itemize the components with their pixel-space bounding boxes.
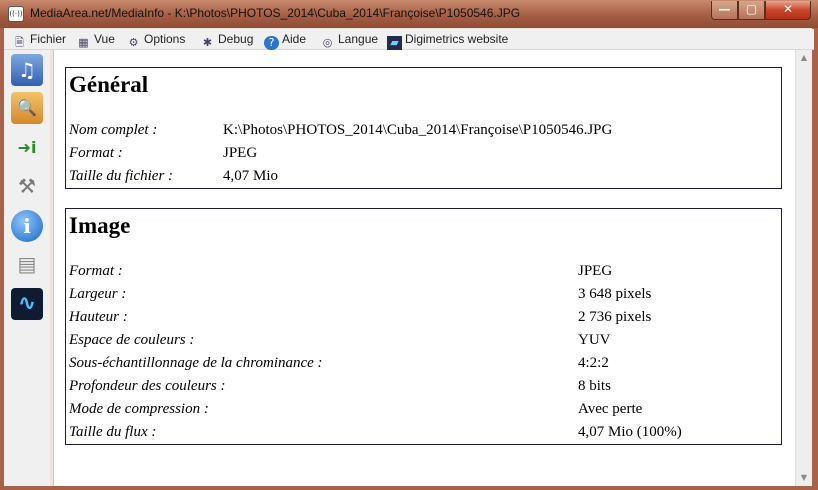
scroll-up-arrow-icon[interactable]: ▲ bbox=[796, 50, 812, 66]
section-image: Image Format : JPEG Largeur : 3 648 pixe… bbox=[65, 208, 782, 445]
info-key: Mode de compression : bbox=[69, 401, 209, 417]
help-icon: ? bbox=[264, 36, 279, 50]
vertical-scrollbar[interactable]: ▲ ▼ bbox=[795, 50, 812, 486]
info-value: K:\Photos\PHOTOS_2014\Cuba_2014\François… bbox=[223, 122, 613, 138]
menu-bar: 🗎 Fichier ▦ Vue ⚙ Options ✱ Debug ? Aide ◎ Lan… bbox=[4, 29, 814, 50]
language-icon: ◎ bbox=[322, 36, 333, 49]
section-general: Général Nom complet : K:\Photos\PHOTOS_2… bbox=[65, 67, 782, 189]
about-icon[interactable]: i bbox=[11, 210, 43, 242]
window-border-bottom bbox=[0, 486, 818, 490]
info-value: YUV bbox=[578, 332, 611, 348]
menu-digimetrics-website[interactable]: ▰ Digimetrics website bbox=[387, 32, 508, 50]
window-title: MediaArea.net/MediaInfo - K:\Photos\PHOT… bbox=[30, 6, 521, 20]
info-value: JPEG bbox=[223, 145, 258, 161]
menu-fichier[interactable]: 🗎 Fichier bbox=[12, 32, 67, 49]
menu-langue[interactable]: ◎ Langue bbox=[320, 32, 378, 50]
toolbar-sidebar: ♫ 🔍 ➜i ⚒ i ▤ ∿ bbox=[4, 50, 50, 486]
digimetrics-logo-icon[interactable]: ∿ bbox=[11, 288, 43, 320]
menu-label: Debug bbox=[218, 32, 254, 46]
info-key: Largeur : bbox=[69, 286, 127, 302]
menu-vue[interactable]: ▦ Vue bbox=[76, 32, 115, 50]
info-value: 4:2:2 bbox=[578, 355, 609, 371]
info-key: Hauteur : bbox=[69, 309, 128, 325]
open-folder-icon[interactable]: 🔍 bbox=[11, 92, 43, 124]
info-value: 8 bits bbox=[578, 378, 611, 394]
menu-label: Vue bbox=[94, 32, 115, 46]
title-bar[interactable]: ((·)) MediaArea.net/MediaInfo - K:\Photo… bbox=[0, 0, 818, 28]
menu-label: Aide bbox=[282, 32, 307, 46]
preferences-icon[interactable]: ⚒ bbox=[11, 170, 43, 202]
info-value: Avec perte bbox=[578, 401, 643, 417]
debug-icon: ✱ bbox=[202, 36, 213, 49]
options-icon: ⚙ bbox=[128, 36, 139, 49]
close-button[interactable]: ✕ bbox=[765, 1, 811, 20]
minimize-button[interactable]: — bbox=[711, 1, 738, 20]
reports-icon[interactable]: ▤ bbox=[11, 248, 43, 280]
info-key: Taille du flux : bbox=[69, 424, 157, 440]
info-key: Nom complet : bbox=[69, 122, 158, 138]
digimetrics-icon: ▰ bbox=[387, 36, 402, 50]
section-title: Général bbox=[69, 72, 149, 97]
info-panel: Général Nom complet : K:\Photos\PHOTOS_2… bbox=[53, 50, 795, 486]
mediainfo-window: ((·)) MediaArea.net/MediaInfo - K:\Photo… bbox=[0, 0, 818, 490]
menu-label: Fichier bbox=[30, 32, 67, 46]
file-icon: 🗎 bbox=[15, 36, 24, 49]
info-value: 4,07 Mio (100%) bbox=[578, 424, 682, 440]
info-key: Sous-échantillonnage de la chrominance : bbox=[69, 355, 323, 371]
info-value: 2 736 pixels bbox=[578, 309, 652, 325]
menu-label: Options bbox=[144, 32, 186, 46]
info-key: Format : bbox=[69, 145, 123, 161]
menu-label: Digimetrics website bbox=[405, 32, 509, 46]
info-key: Espace de couleurs : bbox=[69, 332, 195, 348]
view-icon: ▦ bbox=[78, 36, 89, 49]
menu-options[interactable]: ⚙ Options bbox=[126, 32, 186, 50]
export-icon[interactable]: ➜i bbox=[11, 132, 43, 164]
maximize-button[interactable]: ▢ bbox=[738, 1, 765, 20]
scroll-down-arrow-icon[interactable]: ▼ bbox=[796, 470, 812, 486]
info-key: Format : bbox=[69, 263, 123, 279]
info-key: Taille du fichier : bbox=[69, 168, 174, 184]
menu-label: Langue bbox=[338, 32, 379, 46]
window-border-right bbox=[812, 28, 818, 490]
app-icon[interactable]: ((·)) bbox=[8, 6, 24, 22]
open-file-icon[interactable]: ♫ bbox=[11, 54, 43, 86]
info-value: 3 648 pixels bbox=[578, 286, 652, 302]
section-title: Image bbox=[69, 213, 131, 238]
menu-aide[interactable]: ? Aide bbox=[264, 32, 306, 50]
info-key: Profondeur des couleurs : bbox=[69, 378, 226, 394]
info-value: JPEG bbox=[578, 263, 613, 279]
info-value: 4,07 Mio bbox=[223, 168, 279, 184]
menu-debug[interactable]: ✱ Debug bbox=[200, 32, 253, 50]
